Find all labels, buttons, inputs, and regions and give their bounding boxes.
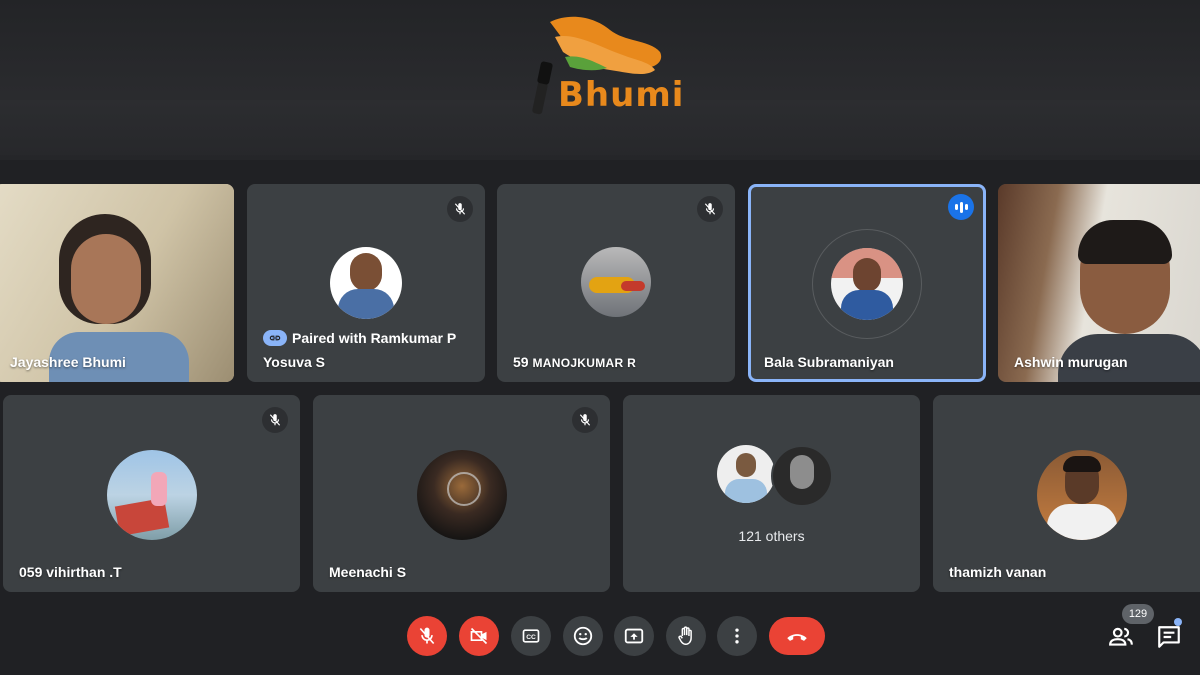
avatar xyxy=(831,248,903,320)
avatar xyxy=(1037,450,1127,540)
captions-button[interactable]: CC xyxy=(511,616,551,656)
people-icon[interactable] xyxy=(1108,624,1134,650)
participant-tile[interactable]: Ashwin murugan xyxy=(998,184,1200,382)
chat-icon[interactable] xyxy=(1156,624,1182,650)
captions-icon: CC xyxy=(522,629,540,643)
leave-call-button[interactable] xyxy=(769,617,825,655)
more-options-button[interactable] xyxy=(717,616,757,656)
mic-muted-icon xyxy=(572,407,598,433)
mic-toggle-button[interactable] xyxy=(407,616,447,656)
participant-tile[interactable]: thamizh vanan xyxy=(933,395,1200,592)
participant-name: 059 vihirthan .T xyxy=(19,564,122,580)
participant-name-text: MANOJKUMAR R xyxy=(532,356,637,370)
link-icon xyxy=(263,330,287,346)
participant-tile[interactable]: Jayashree Bhumi xyxy=(0,184,234,382)
avatar xyxy=(417,450,507,540)
mic-muted-icon xyxy=(697,196,723,222)
raise-hand-icon xyxy=(678,626,692,645)
avatar xyxy=(330,247,402,319)
mic-off-icon xyxy=(419,627,435,645)
participant-tile[interactable]: Paired with Ramkumar P Yosuva S xyxy=(247,184,485,382)
raise-hand-button[interactable] xyxy=(666,616,706,656)
svg-text:CC: CC xyxy=(526,634,536,641)
participant-tile[interactable]: 059 vihirthan .T xyxy=(3,395,300,592)
people-count-badge: 129 xyxy=(1122,604,1154,624)
speaking-indicator-icon xyxy=(948,194,974,220)
participant-name: Meenachi S xyxy=(329,564,407,580)
avatar xyxy=(581,247,651,317)
participant-tile[interactable]: 59 MANOJKUMAR R xyxy=(497,184,735,382)
participant-name: thamizh vanan xyxy=(949,564,1047,580)
paired-label: Paired with Ramkumar P xyxy=(292,330,457,346)
avatar xyxy=(717,445,775,503)
present-screen-button[interactable] xyxy=(614,616,654,656)
participant-name: Jayashree Bhumi xyxy=(10,354,126,370)
others-tile[interactable]: 121 others xyxy=(623,395,920,592)
participant-tile[interactable]: Meenachi S xyxy=(313,395,610,592)
present-icon xyxy=(624,628,644,644)
emoji-reaction-button[interactable] xyxy=(563,616,603,656)
avatar xyxy=(107,450,197,540)
mic-muted-icon xyxy=(447,196,473,222)
chat-notification-dot xyxy=(1174,618,1182,626)
brand-logo-text: Bhumi xyxy=(558,75,685,115)
participant-name: 59 MANOJKUMAR R xyxy=(513,354,637,370)
participant-tile-active-speaker[interactable]: Bala Subramaniyan xyxy=(748,184,986,382)
emoji-icon xyxy=(573,626,593,646)
participant-name: Ashwin murugan xyxy=(1014,354,1128,370)
camera-off-icon xyxy=(470,627,488,645)
end-call-icon xyxy=(787,634,807,641)
camera-toggle-button[interactable] xyxy=(459,616,499,656)
more-options-icon xyxy=(735,628,739,644)
participant-name: Yosuva S xyxy=(263,354,325,370)
paired-status: Paired with Ramkumar P xyxy=(263,330,456,346)
meeting-banner: Bhumi xyxy=(0,0,1200,160)
others-count-label: 121 others xyxy=(738,528,805,544)
avatar xyxy=(771,445,833,507)
participant-name: Bala Subramaniyan xyxy=(764,354,894,370)
participant-video xyxy=(998,184,1200,382)
mic-muted-icon xyxy=(262,407,288,433)
